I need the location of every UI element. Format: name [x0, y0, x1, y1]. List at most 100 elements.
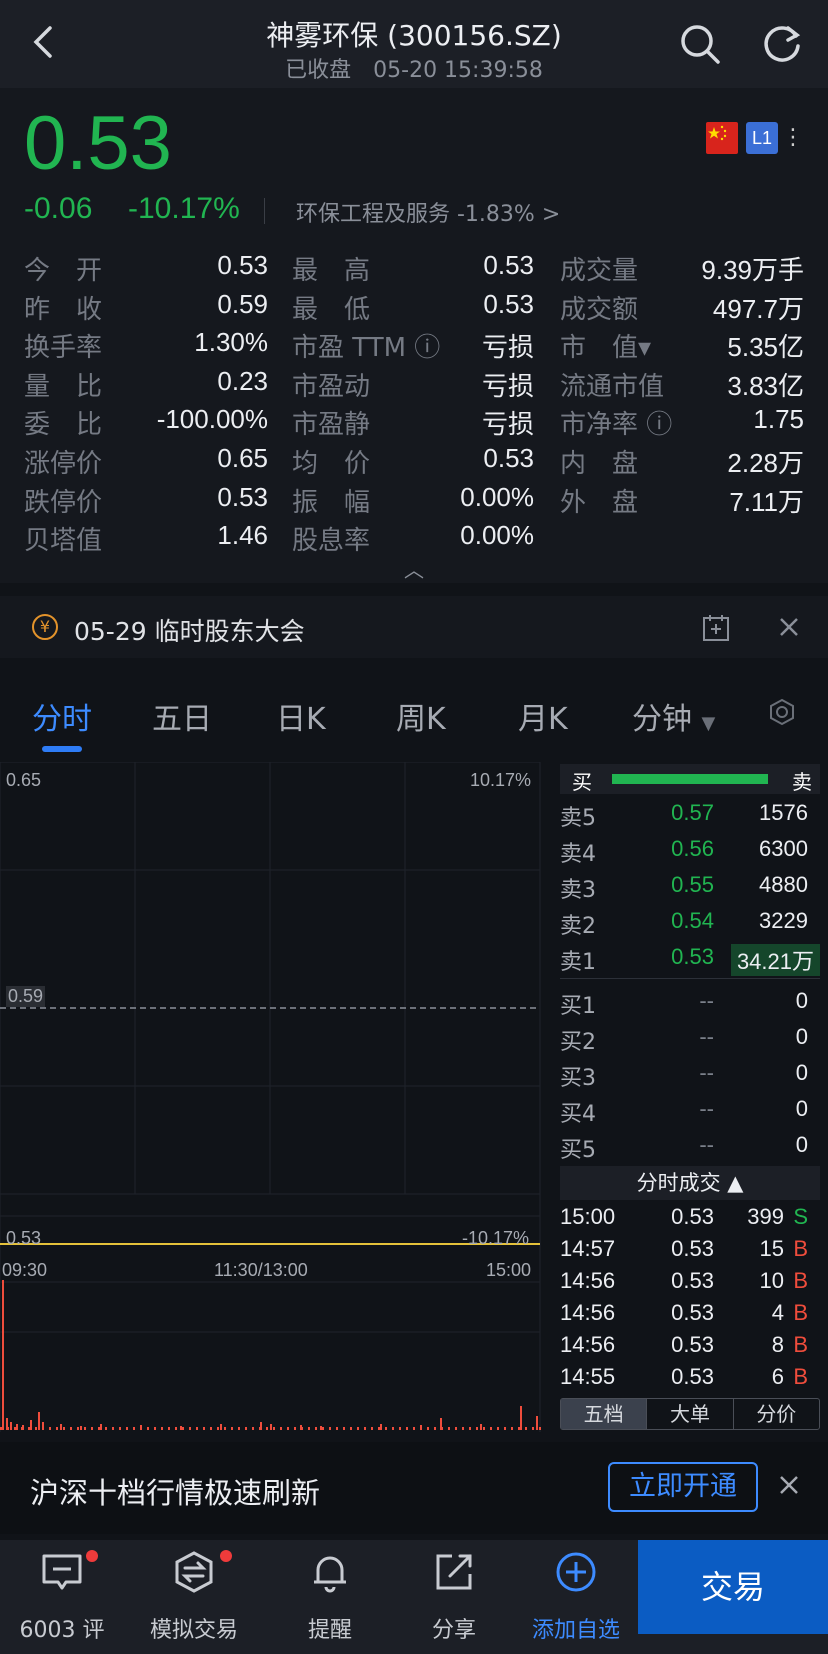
volume-bar — [126, 1427, 128, 1430]
volume-bar — [406, 1427, 408, 1430]
notice-text[interactable]: 05-29 临时股东大会 — [74, 612, 305, 648]
activate-button[interactable]: 立即开通 — [608, 1462, 758, 1512]
tick-time: 14:57 — [560, 1236, 616, 1261]
stat-value: 9.39万手 — [701, 255, 804, 285]
volume-bar — [518, 1427, 520, 1430]
volume-bar — [224, 1427, 226, 1430]
stat-value: 1.30% — [194, 327, 268, 358]
volume-bar — [511, 1427, 513, 1430]
volume-bar — [504, 1427, 506, 1430]
share-label: 分享 — [431, 1618, 476, 1643]
tick-side: B — [793, 1300, 808, 1325]
level-volume: 6300 — [759, 836, 808, 861]
volume-bar — [364, 1427, 366, 1430]
volume-bar — [238, 1427, 240, 1430]
stat-label: 涨停价 — [24, 449, 103, 479]
level-volume: 0 — [795, 988, 808, 1013]
volume-bar — [536, 1416, 538, 1430]
close-icon[interactable] — [776, 1472, 802, 1498]
share-icon — [436, 1554, 472, 1590]
sector-link[interactable]: 环保工程及服务 -1.83% > — [296, 196, 560, 228]
notification-dot — [86, 1550, 98, 1562]
tick-side: B — [793, 1364, 808, 1389]
share-button[interactable]: 分享 — [394, 1550, 514, 1644]
volume-bar — [14, 1427, 16, 1430]
x-axis-start: 09:30 — [2, 1260, 48, 1280]
stat-value: 1.46 — [217, 520, 268, 551]
level-volume: 3229 — [759, 908, 808, 933]
volume-bar — [322, 1427, 324, 1430]
volume-bar — [119, 1427, 121, 1430]
volume-bar — [434, 1427, 436, 1430]
tab-minute[interactable]: 分钟 ▼ — [632, 694, 715, 738]
stat-value: 0.53 — [217, 481, 268, 512]
comments-button[interactable]: 6003 评 — [2, 1550, 122, 1644]
volume-bar — [462, 1427, 464, 1430]
tab-weekly-k[interactable]: 周K — [396, 694, 446, 738]
add-watchlist-button[interactable]: 添加自选 — [516, 1550, 636, 1644]
tick-price: 0.53 — [671, 1236, 714, 1261]
level-volume: 1576 — [759, 800, 808, 825]
level-label: 买4 — [560, 1102, 596, 1127]
volume-bar — [532, 1427, 534, 1430]
volume-bar — [455, 1427, 457, 1430]
volume-bar — [38, 1412, 40, 1430]
level-price: -- — [699, 1024, 714, 1049]
volume-bar — [441, 1427, 443, 1430]
stat-value: 3.83亿 — [727, 370, 804, 401]
calendar-add-icon[interactable] — [702, 614, 730, 642]
y-axis-top: 0.65 — [6, 770, 42, 790]
add-watchlist-icon — [556, 1552, 596, 1592]
alert-button[interactable]: 提醒 — [270, 1550, 390, 1644]
stat-label: 均 价 — [292, 449, 371, 479]
intraday-chart[interactable] — [0, 762, 544, 1432]
tab-large-orders[interactable]: 大单 — [647, 1399, 734, 1429]
refresh-icon[interactable] — [760, 22, 804, 66]
tick-price: 0.53 — [671, 1300, 714, 1325]
more-icon[interactable]: ⋮ — [782, 122, 804, 154]
volume-bar — [539, 1427, 541, 1430]
volume-bar — [63, 1427, 65, 1430]
trade-button[interactable]: 交易 — [638, 1540, 828, 1634]
volume-bar — [301, 1427, 303, 1430]
stat-value: 0.53 — [483, 288, 534, 319]
level-badge[interactable]: L1 — [746, 122, 778, 154]
stat-label: 成交量 — [560, 256, 639, 286]
volume-bar — [175, 1427, 177, 1430]
volume-bar — [49, 1427, 51, 1430]
x-axis-mid: 11:30/13:00 — [214, 1260, 308, 1280]
volume-bar — [16, 1424, 18, 1430]
price-change: -0.06 — [24, 192, 93, 225]
settings-icon[interactable] — [768, 698, 796, 726]
banner-text: 沪深十档行情极速刷新 — [30, 1476, 321, 1510]
stat-label[interactable]: 市盈 TTM ⓘ — [292, 327, 440, 364]
volume-bar — [336, 1427, 338, 1430]
volume-bar — [525, 1427, 527, 1430]
stat-label: 量 比 — [24, 371, 103, 402]
tab-monthly-k[interactable]: 月K — [518, 694, 568, 738]
ticks-header[interactable]: 分时成交 ▲ — [560, 1166, 820, 1200]
tab-daily-k[interactable]: 日K — [276, 694, 326, 738]
level-volume: 0 — [795, 1024, 808, 1049]
stat-label[interactable]: 市净率 ⓘ — [560, 404, 672, 441]
volume-bar — [182, 1427, 184, 1430]
volume-bars — [0, 1280, 541, 1430]
volume-bar — [357, 1427, 359, 1430]
stat-value: 0.53 — [483, 443, 534, 473]
volume-bar — [378, 1427, 380, 1430]
stat-value: -100.00% — [156, 404, 268, 435]
search-icon[interactable] — [678, 22, 722, 66]
collapse-icon[interactable]: ︿ — [404, 554, 424, 583]
stat-label: 最 低 — [292, 294, 371, 325]
tab-price-dist[interactable]: 分价 — [734, 1399, 819, 1429]
stat-label[interactable]: 市 值▾ — [560, 327, 651, 364]
simulated-trade-button[interactable]: 模拟交易 — [134, 1550, 254, 1644]
stat-label: 委 比 — [24, 410, 103, 441]
stat-value: 亏损 — [481, 409, 534, 440]
china-flag-icon[interactable] — [706, 122, 738, 154]
tick-time: 14:55 — [560, 1364, 616, 1389]
close-icon[interactable] — [776, 614, 802, 640]
tab-five-day[interactable]: 五日 — [152, 694, 212, 738]
tab-intraday[interactable]: 分时 — [32, 694, 92, 738]
tab-five-levels[interactable]: 五档 — [561, 1399, 648, 1429]
